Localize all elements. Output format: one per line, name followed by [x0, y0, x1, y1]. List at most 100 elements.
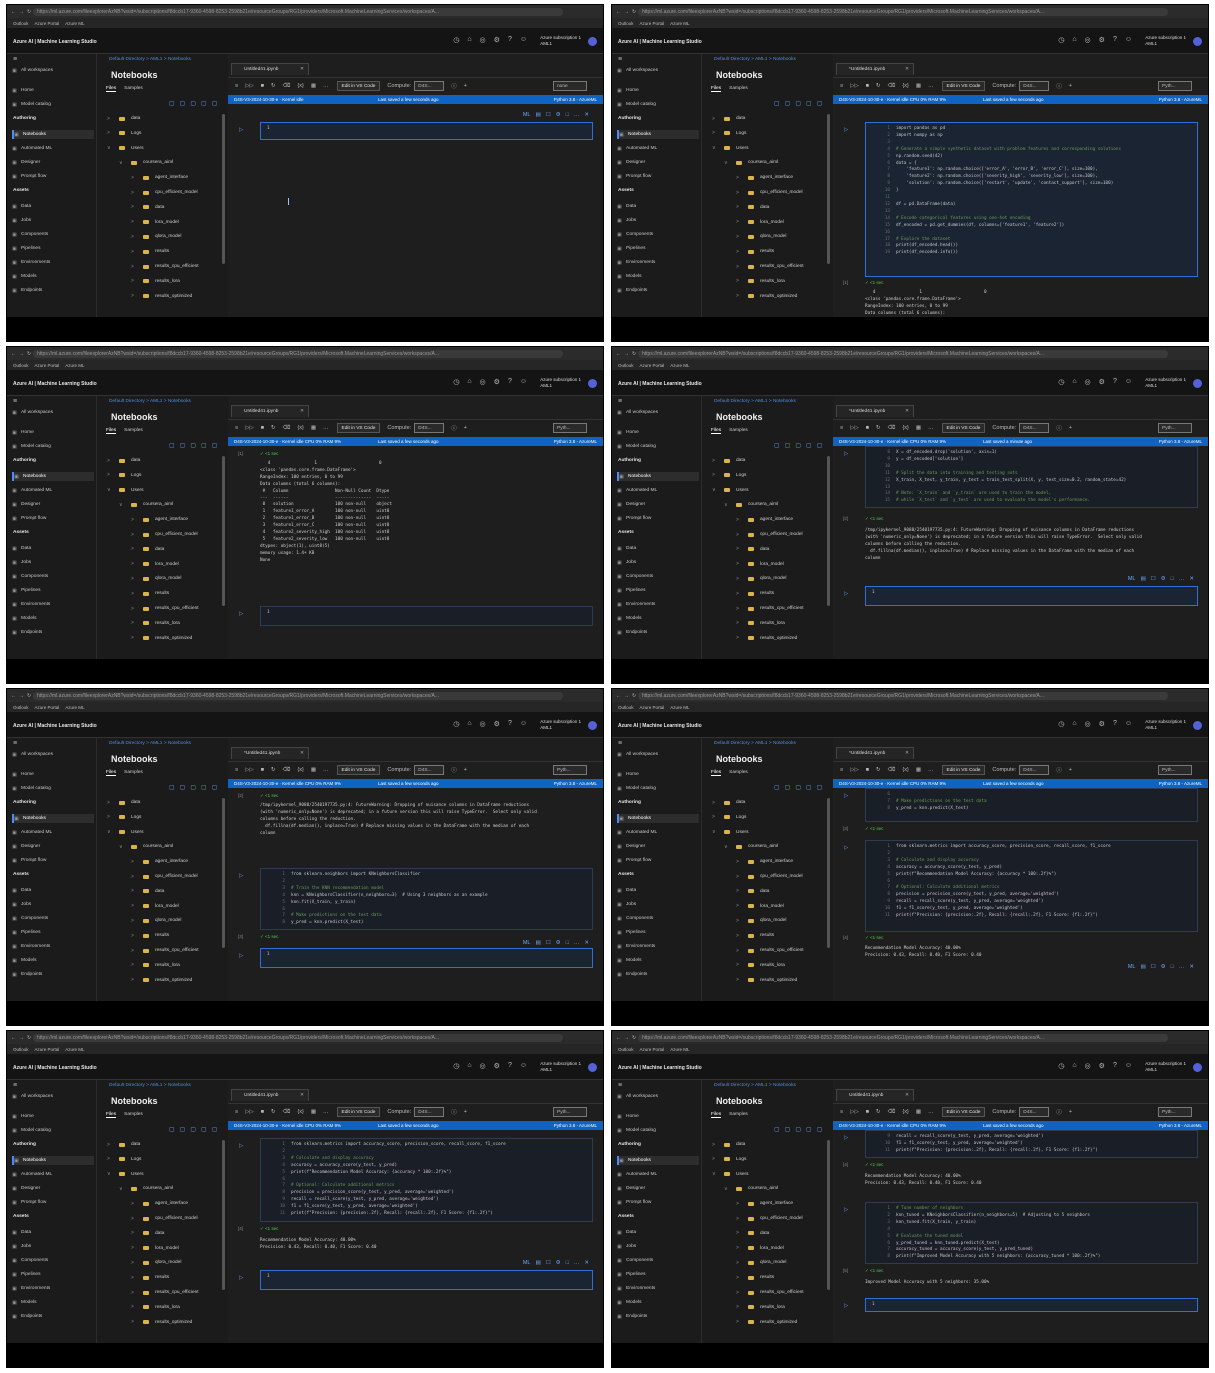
help-icon[interactable]: ?	[1113, 36, 1117, 44]
tree-item[interactable]: > cpu_efficient_model	[736, 188, 803, 197]
run-cell-icon[interactable]: ▷	[239, 1275, 243, 1281]
compute-select[interactable]: D4S...	[1019, 1107, 1050, 1117]
stop-icon[interactable]: ■	[866, 83, 869, 89]
bookmark-link[interactable]: Azure ML	[670, 363, 689, 368]
tree-item[interactable]: > lora_model	[131, 1244, 179, 1253]
restart-icon[interactable]: ↻	[271, 1109, 276, 1115]
tree-item[interactable]: > results_optimized	[131, 292, 192, 301]
tree-item[interactable]: > results_optimized	[131, 976, 192, 985]
chevron-right-icon[interactable]: >	[131, 219, 143, 225]
kernel-select[interactable]: Pyth...	[1158, 1107, 1192, 1117]
tree-item[interactable]: > Logs	[712, 1155, 746, 1164]
nav-item-jobs[interactable]: ▣ Jobs	[617, 900, 699, 909]
breadcrumb-item[interactable]: Notebooks	[168, 57, 191, 62]
tree-item[interactable]: > results	[736, 589, 774, 598]
bookmark-link[interactable]: Azure Portal	[640, 1047, 665, 1052]
upload-icon[interactable]: ▢	[785, 442, 791, 449]
folder-icon[interactable]: ▢	[795, 442, 801, 449]
chevron-down-icon[interactable]: ∨	[724, 1186, 736, 1192]
chevron-right-icon[interactable]: >	[131, 1304, 143, 1310]
subscription-selector[interactable]: Azure subscription 1 AML1	[1145, 377, 1186, 389]
help-icon[interactable]: ?	[508, 378, 512, 386]
chevron-right-icon[interactable]: >	[107, 1156, 119, 1162]
bookmark-link[interactable]: Azure ML	[65, 363, 84, 368]
tree-item[interactable]: > results	[131, 589, 169, 598]
code-cell[interactable]: ▷ 1	[844, 586, 1198, 606]
table-icon[interactable]: ▦	[311, 425, 316, 431]
nav-item-model-catalog[interactable]: ▣ Model catalog	[617, 100, 699, 109]
nav-item-pipelines[interactable]: ▣ Pipelines	[12, 586, 94, 595]
nav-item-jobs[interactable]: ▣ Jobs	[12, 558, 94, 567]
tree-item[interactable]: ∨ Users	[712, 1170, 749, 1179]
nav-item-components[interactable]: ▣ Components	[617, 914, 699, 923]
code-lines[interactable]: 1 from sklearn.neighbors import KNeighbor…	[267, 872, 588, 927]
tree-item[interactable]: > lora_model	[131, 560, 179, 569]
breadcrumb-item[interactable]: Default Directory	[714, 1083, 750, 1088]
scrollbar[interactable]	[222, 456, 225, 606]
lock-icon[interactable]: ☐	[1151, 576, 1156, 582]
add-icon[interactable]: +	[464, 767, 467, 773]
lock-icon[interactable]: ☐	[1151, 964, 1156, 970]
clear-icon[interactable]: ⌫	[888, 1109, 896, 1115]
chevron-right-icon[interactable]: >	[736, 874, 748, 880]
run-cell-icon[interactable]: ▷	[844, 591, 848, 597]
tree-item[interactable]: > results_lora	[736, 961, 785, 970]
tree-item[interactable]: > agent_interface	[131, 857, 188, 866]
subscription-selector[interactable]: Azure subscription 1 AML1	[1145, 1061, 1186, 1073]
studio-title[interactable]: Azure AI | Machine Learning Studio	[618, 39, 702, 45]
info-icon[interactable]: ⓘ	[1056, 424, 1062, 432]
nav-item-environments[interactable]: ▣ Environments	[12, 258, 94, 267]
nav-item-models[interactable]: ▣ Models	[12, 1298, 94, 1307]
nav-item-endpoints[interactable]: ▣ Endpoints	[617, 1312, 699, 1321]
tree-item[interactable]: > results_lora	[131, 619, 180, 628]
info-icon[interactable]: ⓘ	[1056, 766, 1062, 774]
run-all-icon[interactable]: ▷▷	[850, 425, 858, 431]
table-icon[interactable]: ▦	[916, 425, 921, 431]
variable-icon[interactable]: {x}	[902, 767, 908, 773]
breadcrumb-item[interactable]: AML1	[150, 57, 163, 62]
nav-item-data[interactable]: ▣ Data	[12, 202, 94, 211]
tree-item[interactable]: ∨ coursera_aiml	[119, 1184, 173, 1193]
scrollbar[interactable]	[827, 114, 830, 264]
table-icon[interactable]: ▦	[916, 1109, 921, 1115]
avatar[interactable]	[588, 37, 597, 46]
tree-item[interactable]: > Logs	[712, 813, 746, 822]
nav-item-components[interactable]: ▣ Components	[617, 230, 699, 239]
nav-item-environments[interactable]: ▣ Environments	[617, 942, 699, 951]
nav-item-designer[interactable]: ▣ Designer	[617, 500, 699, 509]
ml-icon[interactable]: ML	[523, 1260, 531, 1266]
help-icon[interactable]: ?	[508, 720, 512, 728]
new-file-icon[interactable]: ▢	[774, 784, 780, 791]
chevron-right-icon[interactable]: >	[131, 1275, 143, 1281]
nav-item-models[interactable]: ▣ Models	[12, 272, 94, 281]
edit-in-vscode-button[interactable]: Edit in VS Code	[941, 765, 986, 775]
tree-item[interactable]: > results_optimized	[736, 292, 797, 301]
tree-item[interactable]: > results	[131, 1273, 169, 1282]
nav-item-home[interactable]: ▣ Home	[12, 1112, 94, 1121]
tab-samples[interactable]: Samples	[124, 86, 143, 92]
run-cell-icon[interactable]: ▷	[239, 873, 243, 879]
add-icon[interactable]: +	[1069, 767, 1072, 773]
smiley-icon[interactable]: ☺	[1125, 378, 1132, 386]
tree-item[interactable]: > lora_model	[736, 218, 784, 227]
tree-item[interactable]: > data	[712, 1140, 745, 1149]
tree-item[interactable]: > Logs	[107, 129, 141, 138]
tree-item[interactable]: > lora_model	[736, 902, 784, 911]
nav-item-endpoints[interactable]: ▣ Endpoints	[12, 286, 94, 295]
tree-item[interactable]: > data	[107, 114, 140, 123]
tree-item[interactable]: > results	[131, 931, 169, 940]
code-cell[interactable]: ▷ 1 import pandas as pd 2 import numpy as np…	[844, 122, 1198, 277]
chevron-right-icon[interactable]: >	[131, 962, 143, 968]
tree-item[interactable]: > results_cpu_efficient	[131, 604, 199, 613]
tree-item[interactable]: > results_cpu_efficient	[131, 946, 199, 955]
bookmark-link[interactable]: Outlook	[618, 363, 634, 368]
bookmark-link[interactable]: Azure Portal	[35, 705, 60, 710]
chevron-right-icon[interactable]: >	[131, 859, 143, 865]
edit-in-vscode-button[interactable]: Edit in VS Code	[336, 423, 381, 433]
chevron-right-icon[interactable]: >	[736, 1201, 748, 1207]
comment-icon[interactable]: □	[566, 1260, 569, 1266]
bookmark-link[interactable]: Outlook	[618, 21, 634, 26]
upload-icon[interactable]: ▢	[180, 442, 186, 449]
bookmark-link[interactable]: Azure ML	[670, 1047, 689, 1052]
more-icon[interactable]: …	[928, 83, 934, 89]
